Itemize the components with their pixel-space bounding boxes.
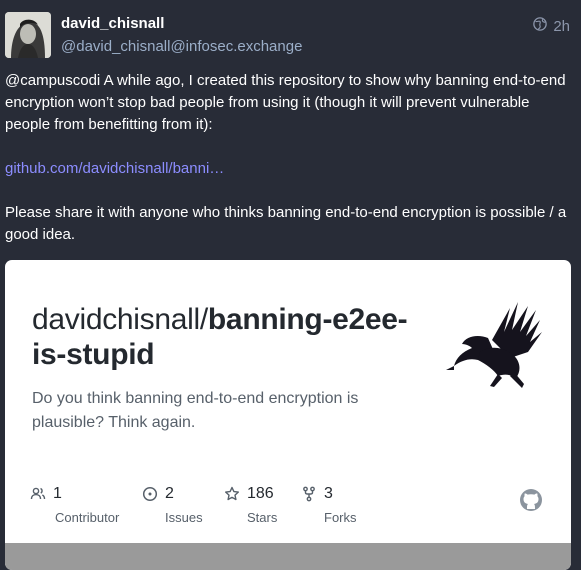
raven-image xyxy=(446,302,542,388)
display-name[interactable]: david_chisnall xyxy=(61,15,164,32)
post-paragraph-1: @campuscodi A while ago, I created this … xyxy=(5,70,573,136)
stat-label: Forks xyxy=(324,510,357,525)
account-handle[interactable]: @david_chisnall@infosec.exchange xyxy=(61,38,302,55)
issues-icon xyxy=(142,486,158,502)
post-meta: 2h xyxy=(533,17,570,35)
status-post: david_chisnall @david_chisnall@infosec.e… xyxy=(0,0,581,570)
contributors-icon xyxy=(30,487,46,500)
stat-stars[interactable]: 186 Stars xyxy=(224,484,277,525)
stat-label: Stars xyxy=(247,510,278,525)
stat-value: 186 xyxy=(247,485,274,502)
stat-label: Issues xyxy=(165,510,203,525)
stat-issues[interactable]: 2 Issues xyxy=(142,484,203,525)
globe-icon xyxy=(533,17,548,35)
repo-title: davidchisnall/banning-e2ee-is-stupid xyxy=(32,302,412,372)
stat-contributors[interactable]: 1 Contributor xyxy=(30,484,119,525)
fork-icon xyxy=(303,486,315,502)
repo-owner: davidchisnall/ xyxy=(32,303,208,336)
stat-value: 3 xyxy=(324,485,333,502)
timestamp[interactable]: 2h xyxy=(553,18,570,35)
repo-link[interactable]: github.com/davidchisnall/banni… xyxy=(5,160,224,177)
stat-forks[interactable]: 3 Forks xyxy=(301,484,357,525)
mention-link[interactable]: @campuscodi xyxy=(5,72,100,89)
avatar[interactable] xyxy=(5,12,51,58)
post-paragraph-3: Please share it with anyone who thinks b… xyxy=(5,204,567,243)
stat-value: 1 xyxy=(53,485,62,502)
post-paragraph-2: github.com/davidchisnall/banni… xyxy=(5,158,573,180)
stat-label: Contributor xyxy=(55,510,120,525)
github-icon xyxy=(520,489,542,511)
repo-description: Do you think banning end-to-end encrypti… xyxy=(32,390,359,431)
stat-value: 2 xyxy=(165,485,174,502)
link-preview-card[interactable]: davidchisnall/banning-e2ee-is-stupid Do … xyxy=(5,260,571,570)
post-content: @campuscodi A while ago, I created this … xyxy=(5,70,573,268)
star-icon xyxy=(225,486,239,501)
card-footer-strip xyxy=(5,543,571,570)
